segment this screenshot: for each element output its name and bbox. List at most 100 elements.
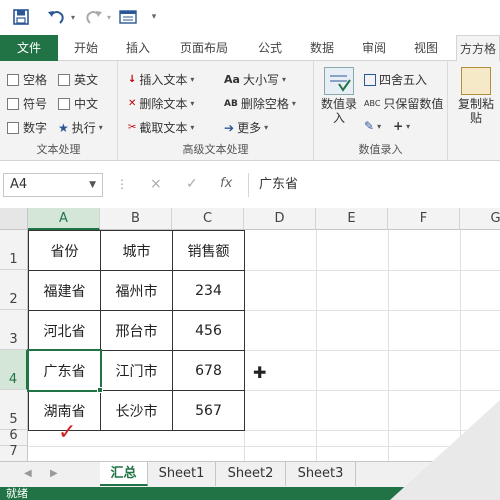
arrow-right-icon: ➔ [224,120,235,135]
copy-paste-button[interactable]: 复制粘贴 [454,67,498,125]
cell-cursor-icon: ✚ [253,363,267,382]
checkbox-chinese[interactable]: 中文 [58,95,98,112]
name-box-value: A4 [10,177,28,192]
keep-values-icon: ABC [364,99,381,108]
case-button[interactable]: Aa 大小写 ▾ [224,71,286,88]
cell-c1[interactable]: 销售额 [172,230,245,271]
chevron-down-icon[interactable]: ▾ [148,8,160,26]
cell-c5[interactable]: 567 [172,390,245,431]
fill-handle[interactable] [97,387,103,393]
delete-text-button[interactable]: ✕ 删除文本 ▾ [128,95,194,112]
group-label: 高级文本处理 [182,143,249,156]
more-button[interactable]: ➔ 更多 ▾ [224,119,268,136]
redo-dropdown-icon[interactable]: ▾ [104,8,114,26]
cancel-icon[interactable]: × [150,176,162,192]
cell-b3[interactable]: 邢台市 [100,310,173,351]
delete-text-icon: ✕ [128,98,137,109]
tab-file[interactable]: 文件 [0,35,58,61]
checkbox-number[interactable]: 数字 [7,119,47,136]
tab-data[interactable]: 数据 [300,35,344,61]
row-header-4[interactable]: 4 [0,350,28,390]
formula-input[interactable]: 广东省 [248,173,500,197]
checkbox-chinese-label: 中文 [74,97,99,111]
form-icon[interactable] [118,8,138,26]
tab-fangfangge[interactable]: 方方格 [456,35,500,62]
star-icon: ★ [58,120,69,135]
name-box[interactable]: A4 ▼ [3,173,103,197]
column-header-e[interactable]: E [316,208,388,230]
tab-page-layout[interactable]: 页面布局 [168,35,240,61]
insert-function-icon[interactable]: fx [220,176,232,191]
chevron-down-icon: ▾ [190,123,195,132]
more-label: 更多 [237,121,262,135]
checkbox-english[interactable]: 英文 [58,71,98,88]
chevron-down-icon[interactable]: ▼ [89,174,96,196]
sheet-next-icon[interactable]: ▶ [50,468,58,479]
row-header-3[interactable]: 3 [0,310,28,350]
formula-bar: A4 ▼ ⋮ × ✓ fx 广东省 [0,167,500,203]
checkbox-english-label: 英文 [74,73,99,87]
column-header-d[interactable]: D [244,208,316,230]
undo-dropdown-icon[interactable]: ▾ [68,8,78,26]
redo-icon[interactable] [84,8,104,26]
row-header-1[interactable]: 1 [0,230,28,270]
cell-a1[interactable]: 省份 [28,230,101,271]
cell-c3[interactable]: 456 [172,310,245,351]
tab-formulas[interactable]: 公式 [248,35,292,61]
tab-review[interactable]: 审阅 [352,35,396,61]
case-icon: Aa [224,73,240,86]
cell-b4[interactable]: 江门市 [100,350,173,391]
group-text-processing: 空格 英文 符号 中文 数字 ★ 执行 ▾ 文本处理 [0,61,118,161]
insert-text-button[interactable]: ↓ 插入文本 ▾ [128,71,194,88]
remove-space-button[interactable]: AB 删除空格 ▾ [224,95,296,112]
select-all-corner[interactable] [0,208,28,230]
keep-values-button[interactable]: ABC 只保留数值 [364,95,443,112]
edit-icon: ✎ [364,119,375,133]
quick-access-toolbar: ▾ ▾ ▾ [0,0,500,35]
column-header-b[interactable]: B [100,208,172,230]
sheet-tab-sheet3[interactable]: Sheet3 [286,462,356,486]
cell-a2[interactable]: 福建省 [28,270,101,311]
tab-insert[interactable]: 插入 [116,35,160,61]
tab-view[interactable]: 视图 [404,35,448,61]
cell-a3[interactable]: 河北省 [28,310,101,351]
number-entry-icon [324,67,354,95]
cell-b2[interactable]: 福州市 [100,270,173,311]
checkbox-space-label: 空格 [23,73,48,87]
execute-button[interactable]: ★ 执行 ▾ [58,119,103,136]
row-header-2[interactable]: 2 [0,270,28,310]
number-entry-button[interactable]: 数值录入 [318,67,360,125]
gridline [316,230,317,461]
sheet-prev-icon[interactable]: ◀ [24,468,32,479]
group-advanced-text: ↓ 插入文本 ▾ ✕ 删除文本 ▾ ✂ 截取文本 ▾ Aa 大小写 ▾ AB 删除空格 ▾ ➔ 更多 ▾… [118,61,314,161]
column-header-c[interactable]: C [172,208,244,230]
chevron-down-icon: ▾ [406,121,411,131]
sheet-tab-sheet1[interactable]: Sheet1 [148,462,216,486]
column-header-a[interactable]: A [28,208,100,230]
save-icon[interactable] [12,8,30,26]
edit-tools-button[interactable]: ✎ ▾ + ▾ [364,119,410,133]
checkbox-number-label: 数字 [23,121,48,135]
cell-c4[interactable]: 678 [172,350,245,391]
row-header-7[interactable]: 7 [0,444,28,461]
tab-home[interactable]: 开始 [64,35,108,61]
insert-text-icon: ↓ [128,74,137,85]
round-button[interactable]: 四舍五入 [364,71,427,88]
checkbox-symbol[interactable]: 符号 [7,95,47,112]
row-header-5[interactable]: 5 [0,390,28,430]
column-header-f[interactable]: F [388,208,460,230]
checkbox-space[interactable]: 空格 [7,71,47,88]
cell-b1[interactable]: 城市 [100,230,173,271]
chevron-down-icon: ▾ [190,75,195,84]
sheet-tab-sheet2[interactable]: Sheet2 [216,462,286,486]
resize-handle-icon[interactable]: ⋮ [116,177,128,191]
chevron-down-icon: ▾ [264,123,269,132]
cell-b5[interactable]: 长沙市 [100,390,173,431]
column-header-g[interactable]: G [460,208,500,230]
cell-c2[interactable]: 234 [172,270,245,311]
checkbox-symbol-label: 符号 [23,97,48,111]
enter-icon[interactable]: ✓ [186,176,198,192]
sheet-tab-summary[interactable]: 汇总 [100,462,148,486]
extract-text-button[interactable]: ✂ 截取文本 ▾ [128,119,194,136]
undo-icon[interactable] [46,8,66,26]
